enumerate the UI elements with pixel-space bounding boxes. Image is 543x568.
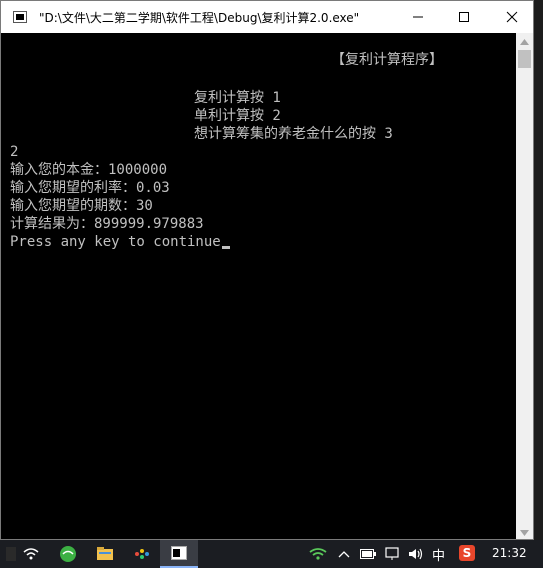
scroll-down-button[interactable]	[516, 524, 533, 539]
folder-icon	[97, 547, 113, 560]
user-choice: 2	[10, 144, 19, 160]
arrow-down-icon	[520, 529, 529, 536]
continue-prompt-text: Press any key to continue	[10, 234, 221, 250]
console-output[interactable]: 【复利计算程序】 复利计算按 1 单利计算按 2 想计算筹集的养老金什么的按 3…	[1, 33, 516, 539]
continue-prompt-line: Press any key to continue	[10, 233, 230, 251]
taskbar-clock[interactable]: 21:32	[492, 546, 527, 560]
menu-option-pension: 想计算筹集的养老金什么的按 3	[194, 126, 393, 142]
menu-option-compound: 复利计算按 1	[194, 90, 281, 106]
program-heading: 【复利计算程序】	[331, 52, 443, 68]
tray-network[interactable]	[307, 544, 329, 564]
vertical-scrollbar[interactable]	[516, 33, 533, 539]
minimize-button[interactable]	[395, 1, 441, 33]
speaker-icon	[409, 548, 423, 560]
minimize-icon	[413, 16, 423, 18]
taskbar-console-app-active[interactable]	[160, 540, 198, 568]
monitor-icon	[385, 547, 399, 560]
rate-input-line: 输入您期望的利率：0.03	[10, 180, 170, 196]
title-bar[interactable]: "D:\文件\大二第二学期\软件工程\Debug\复利计算2.0.exe"	[1, 1, 533, 33]
text-cursor	[221, 246, 230, 249]
tray-volume[interactable]	[405, 544, 427, 564]
taskbar-paint-app[interactable]	[131, 544, 153, 564]
result-line: 计算结果为：899999.979883	[10, 216, 204, 232]
sogou-ime-icon[interactable]: S	[459, 545, 475, 561]
maximize-icon	[459, 12, 469, 22]
start-icon	[6, 547, 16, 561]
scroll-thumb[interactable]	[518, 50, 531, 68]
taskbar: 中 S 21:32	[0, 540, 543, 568]
taskbar-360-browser[interactable]	[57, 544, 79, 564]
console-window: "D:\文件\大二第二学期\软件工程\Debug\复利计算2.0.exe" 【复…	[0, 0, 534, 540]
network-icon	[309, 548, 327, 560]
chevron-up-icon	[338, 551, 350, 558]
tray-battery[interactable]	[357, 544, 379, 564]
console-window-icon	[171, 546, 187, 560]
console-app-icon[interactable]	[13, 11, 27, 23]
periods-input-line: 输入您期望的期数：30	[10, 198, 153, 214]
window-title: "D:\文件\大二第二学期\软件工程\Debug\复利计算2.0.exe"	[39, 11, 360, 25]
palette-icon	[135, 549, 149, 559]
ime-indicator[interactable]: 中	[432, 545, 445, 564]
wifi-icon	[23, 548, 39, 560]
close-button[interactable]	[489, 1, 533, 33]
close-icon	[506, 11, 518, 23]
tray-monitor[interactable]	[381, 544, 403, 564]
arrow-up-icon	[520, 38, 529, 45]
menu-option-simple: 单利计算按 2	[194, 108, 281, 124]
maximize-button[interactable]	[441, 1, 487, 33]
taskbar-wifi-app[interactable]	[20, 544, 42, 564]
tray-show-hidden[interactable]	[333, 544, 355, 564]
battery-icon	[360, 549, 376, 559]
taskbar-file-explorer[interactable]	[94, 544, 116, 564]
browser-icon	[60, 546, 76, 562]
principal-input-line: 输入您的本金：1000000	[10, 162, 168, 178]
scroll-up-button[interactable]	[516, 33, 533, 50]
start-button[interactable]	[0, 544, 22, 564]
